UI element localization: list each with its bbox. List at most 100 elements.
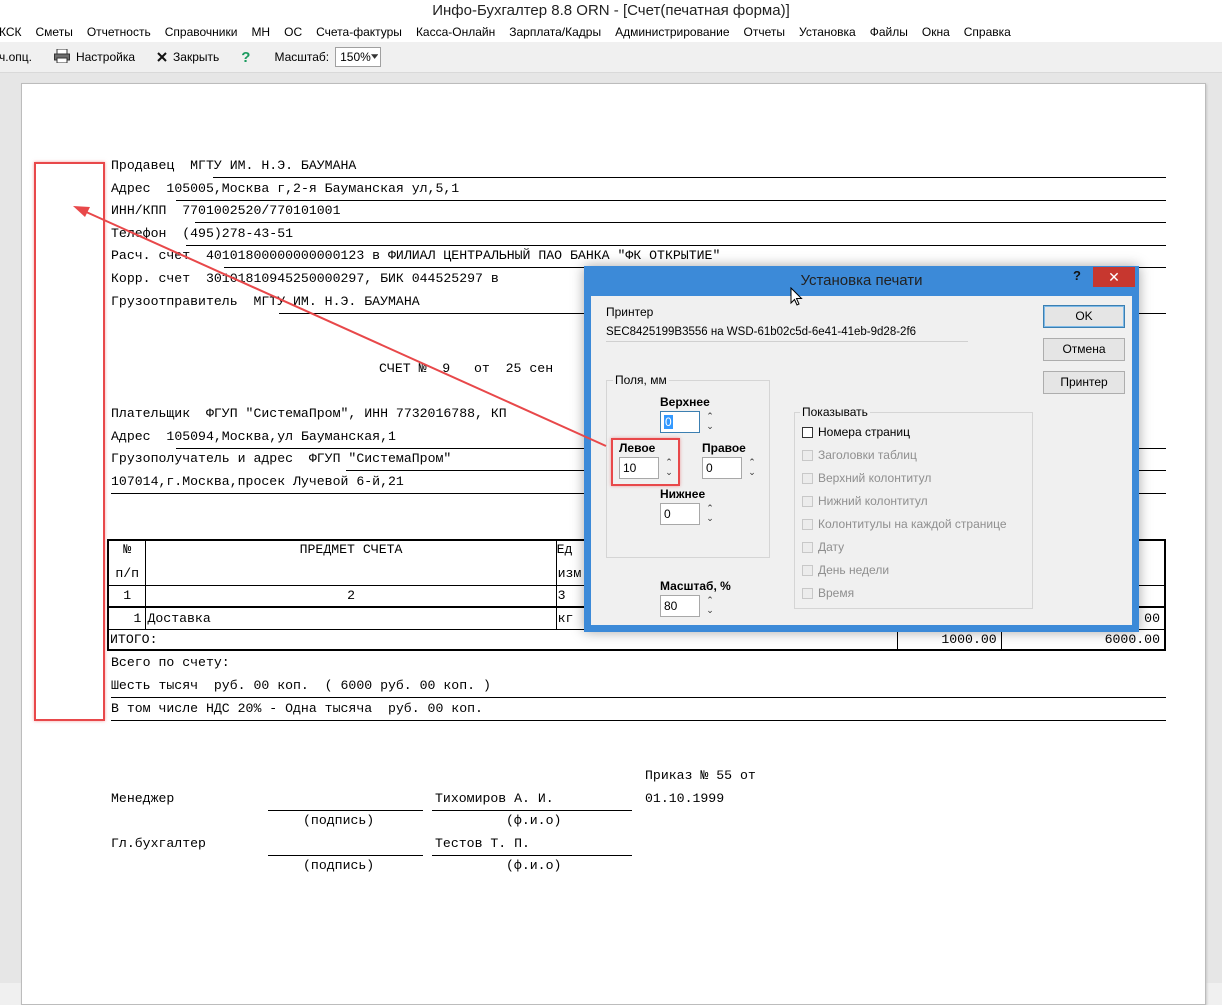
shipper-value: МГТУ ИМ. Н.Э. БАУМАНА [253,294,420,309]
settings-button[interactable]: Настройка [53,48,135,66]
menu-ksk[interactable]: КСК [0,25,22,39]
right-margin-spinner[interactable]: ⌃ ⌄ [747,457,757,477]
sign-caption-2: (подпись) [303,858,375,873]
menu-faily[interactable]: Файлы [870,25,908,39]
seller-phone: (495)278-43-51 [182,226,294,241]
menu-scheta-faktury[interactable]: Счета-фактуры [316,25,402,39]
total-sum: 6000.00 [1000,628,1166,651]
checkbox-each-page[interactable] [802,519,813,530]
close-button[interactable]: Закрыть [157,50,219,65]
top-margin-spinner[interactable]: ⌃ ⌄ [705,411,715,431]
table-headers-label: Заголовки таблиц [818,448,917,462]
checkbox-date[interactable] [802,542,813,553]
right-margin-input[interactable]: 0 [702,457,742,479]
scale-spinner[interactable]: ⌃ ⌄ [705,595,715,615]
consignee-address-line: 107014,г.Москва,просек Лучевой 6-й,21 [111,474,404,489]
print-setup-dialog: Установка печати ? ✕ Принтер SEC8425199B… [584,266,1139,632]
sign-caption-1: (подпись) [303,813,375,828]
total-line: Всего по счету: [111,655,230,670]
menu-os[interactable]: ОС [284,25,302,39]
total-row: ИТОГО: 1000.00 6000.00 [106,628,1166,651]
dialog-title: Установка печати [800,272,923,289]
scale-input[interactable]: 80 [660,595,700,617]
order-line-1: Приказ № 55 от [645,768,756,783]
col-number-1: 1 [107,585,147,608]
accountant-label: Гл.бухгалтер [111,836,206,851]
left-margin-highlight [34,162,105,721]
ok-button[interactable]: OK [1043,305,1125,328]
bottom-margin-spinner[interactable]: ⌃ ⌄ [705,503,715,523]
menu-mn[interactable]: МН [251,25,270,39]
vat-line: В том числе НДС 20% - Одна тысяча руб. 0… [111,701,483,716]
manager-name: Тихомиров А. И. [435,791,554,806]
seller-account-line: Расч. счет 40101800000000000123 в ФИЛИАЛ… [111,248,720,263]
payer-line: Плательщик ФГУП "СистемаПром", ИНН 77320… [111,406,507,421]
consignee-line: Грузополучатель и адрес ФГУП "СистемаПро… [111,451,451,466]
printer-value: SEC8425199B3556 на WSD-61b02c5d-6e41-41e… [606,323,968,342]
col-header-no: № [107,539,147,563]
printer-button[interactable]: Принтер [1043,371,1125,394]
seller-account: 40101800000000000123 в ФИЛИАЛ ЦЕНТРАЛЬНЫ… [205,248,721,263]
checkbox-header[interactable] [802,473,813,484]
printer-settings-icon [53,48,70,66]
seller-address: 105005,Москва г,2-я Бауманская ул,5,1 [166,181,460,196]
seller-inn: 7701002520/770101001 [182,203,341,218]
shipper-label: Грузоотправитель [111,294,238,309]
address-label: Адрес [111,181,151,196]
menu-okna[interactable]: Окна [922,25,950,39]
menu-spravochniki[interactable]: Справочники [165,25,238,39]
inn-label: ИНН/КПП [111,203,167,218]
total-words: Шесть тысяч руб. 00 коп. ( 6000 руб. 00 … [111,678,491,693]
dialog-close-button[interactable]: ✕ [1093,267,1135,287]
seller-address-line: Адрес 105005,Москва г,2-я Бауманская ул,… [111,181,459,196]
checkbox-footer[interactable] [802,496,813,507]
menu-zarplata[interactable]: Зарплата/Кадры [509,25,601,39]
seller-corr-line: Корр. счет 30101810945250000297, БИК 044… [111,271,499,286]
checkbox-page-numbers[interactable] [802,427,813,438]
menu-kassa-online[interactable]: Касса-Онлайн [416,25,495,39]
checkbox-weekday[interactable] [802,565,813,576]
mouse-cursor-icon [790,287,803,306]
order-line-2: 01.10.1999 [645,791,725,806]
zoom-label: Масштаб: [274,50,330,64]
seller-value: МГТУ ИМ. Н.Э. БАУМАНА [190,158,357,173]
consignee-label: Грузополучатель и адрес [111,451,294,466]
accountant-name: Тестов Т. П. [435,836,530,851]
cancel-button[interactable]: Отмена [1043,338,1125,361]
each-page-label: Колонтитулы на каждой странице [818,517,1007,531]
consignee-value: ФГУП "СистемаПром" [308,451,452,466]
help-icon: ? [241,48,251,66]
window-title: Инфо-Бухгалтер 8.8 ORN - [Счет(печатная … [0,0,1222,22]
zoom-select[interactable]: 150% [335,47,382,67]
menu-otchetnost[interactable]: Отчетность [87,25,151,39]
dialog-help-button[interactable]: ? [1073,268,1081,283]
checkbox-time[interactable] [802,588,813,599]
col-header-subject: ПРЕДМЕТ СЧЕТА [145,539,557,563]
menu-otchety[interactable]: Отчеты [744,25,785,39]
zoom-value: 150% [340,50,371,64]
menu-ustanovka[interactable]: Установка [799,25,856,39]
menu-administrirovanie[interactable]: Администрирование [615,25,729,39]
left-margin-highlight-box [611,438,680,486]
scale-label: Масштаб, % [660,579,731,593]
print-options-button[interactable]: ч.опц. [0,50,32,64]
top-margin-input[interactable]: 0 [660,411,700,433]
menu-bar: КСК Сметы Отчетность Справочники МН ОС С… [0,22,1222,42]
help-button[interactable]: ? [241,49,250,66]
payer-address: 105094,Москва,ул Бауманская,1 [166,429,396,444]
invoice-title: СЧЕТ № 9 от 25 сен [379,361,554,376]
right-margin-label: Правое [702,441,746,455]
total-label: ИТОГО: [106,628,898,651]
menu-spravka[interactable]: Справка [964,25,1011,39]
payer-address-line: Адрес 105094,Москва,ул Бауманская,1 [111,429,396,444]
menu-smety[interactable]: Сметы [36,25,73,39]
top-margin-label: Верхнее [660,395,710,409]
close-label: Закрыть [173,50,220,64]
manager-label: Менеджер [111,791,175,806]
print-options-label: ч.опц. [0,50,32,64]
show-group-label: Показывать [800,405,870,419]
time-label: Время [818,586,855,600]
col-header-no-2: п/п [107,563,147,586]
bottom-margin-input[interactable]: 0 [660,503,700,525]
checkbox-table-headers[interactable] [802,450,813,461]
